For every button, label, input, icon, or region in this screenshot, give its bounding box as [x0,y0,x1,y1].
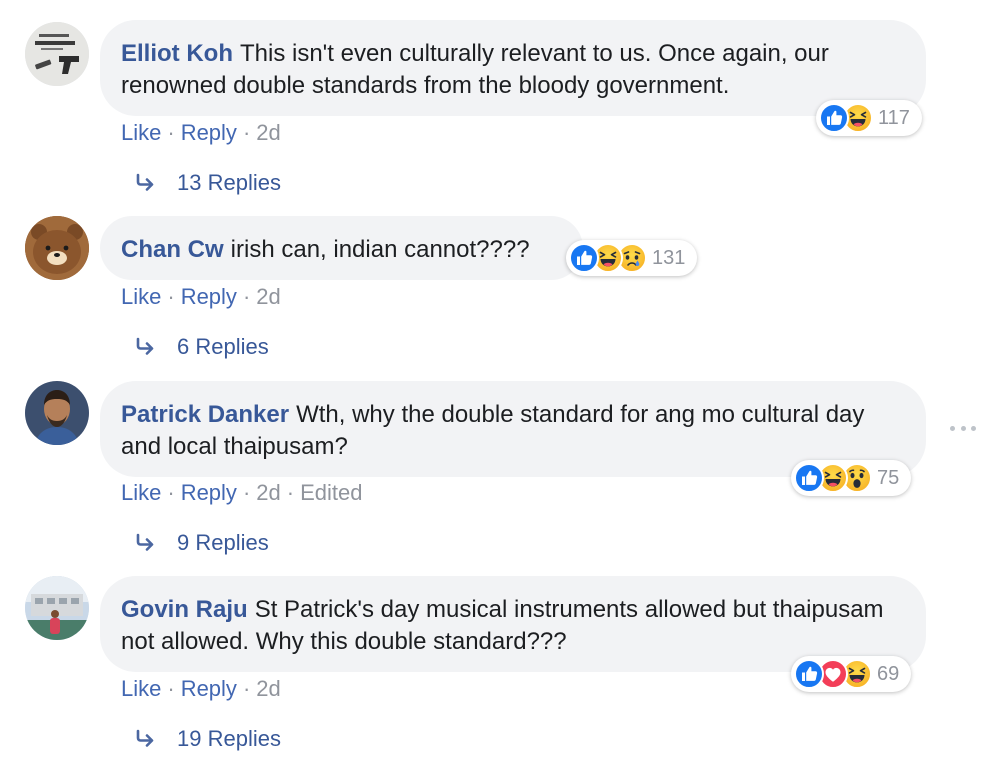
reply-link[interactable]: Reply [181,480,237,505]
avatar-patrick-danker[interactable] [25,381,89,445]
comment-author[interactable]: Chan Cw [121,236,224,263]
avatar-elliot-koh[interactable] [25,22,89,86]
comment-actions: Like · Reply · 2d · Edited [121,480,362,506]
comment-bubble: Elliot Koh This isn't even culturally rel… [100,20,926,116]
timestamp[interactable]: 2d [256,284,280,309]
like-icon [819,103,849,133]
like-link[interactable]: Like [121,284,161,309]
replies-count-label[interactable]: 13 Replies [177,170,281,195]
view-replies-link[interactable]: 19 Replies [135,726,281,752]
reply-link[interactable]: Reply [181,676,237,701]
reply-arrow-icon [135,533,157,551]
avatar-chan-cw[interactable] [25,216,89,280]
reactions-summary[interactable]: 117 [816,100,922,136]
comment-text: irish can, indian cannot???? [230,236,530,263]
comment-actions: Like · Reply · 2d [121,120,281,146]
reaction-count: 131 [652,246,686,269]
reply-arrow-icon [135,337,157,355]
like-link[interactable]: Like [121,120,161,145]
reply-link[interactable]: Reply [181,120,237,145]
reactions-summary[interactable]: 75 [791,460,912,496]
separator-dot: · [167,120,175,145]
timestamp[interactable]: 2d [256,676,280,701]
comment-author[interactable]: Patrick Danker [121,401,289,428]
timestamp[interactable]: 2d [256,120,280,145]
reply-arrow-icon [135,173,157,191]
view-replies-link[interactable]: 13 Replies [135,170,281,196]
reply-link[interactable]: Reply [181,284,237,309]
separator-dot: · [167,480,175,505]
view-replies-link[interactable]: 9 Replies [135,530,269,556]
like-icon [794,463,824,493]
separator-dot: · [242,120,251,145]
separator-dot: · [167,676,175,701]
separator-dot: · [167,284,175,309]
reactions-summary[interactable]: 131 [566,240,698,276]
view-replies-link[interactable]: 6 Replies [135,334,269,360]
replies-count-label[interactable]: 6 Replies [177,334,269,359]
separator-dot: · [286,480,295,505]
reply-arrow-icon [135,729,157,747]
reaction-count: 75 [877,466,900,489]
avatar-govin-raju[interactable] [25,576,89,640]
edited-label[interactable]: Edited [300,480,362,505]
separator-dot: · [242,480,251,505]
timestamp[interactable]: 2d [256,480,280,505]
replies-count-label[interactable]: 19 Replies [177,726,281,751]
like-link[interactable]: Like [121,480,161,505]
comment-bubble: Chan Cw irish can, indian cannot???? [100,216,583,280]
like-link[interactable]: Like [121,676,161,701]
comment-actions: Like · Reply · 2d [121,676,281,702]
reaction-count: 69 [877,662,900,685]
separator-dot: · [242,676,251,701]
reactions-summary[interactable]: 69 [791,656,912,692]
more-options-icon[interactable] [950,418,976,438]
comment-author[interactable]: Govin Raju [121,596,248,623]
like-icon [569,243,599,273]
separator-dot: · [242,284,251,309]
comment-author[interactable]: Elliot Koh [121,40,233,67]
replies-count-label[interactable]: 9 Replies [177,530,269,555]
like-icon [794,659,824,689]
comment-actions: Like · Reply · 2d [121,284,281,310]
reaction-count: 117 [878,106,910,129]
